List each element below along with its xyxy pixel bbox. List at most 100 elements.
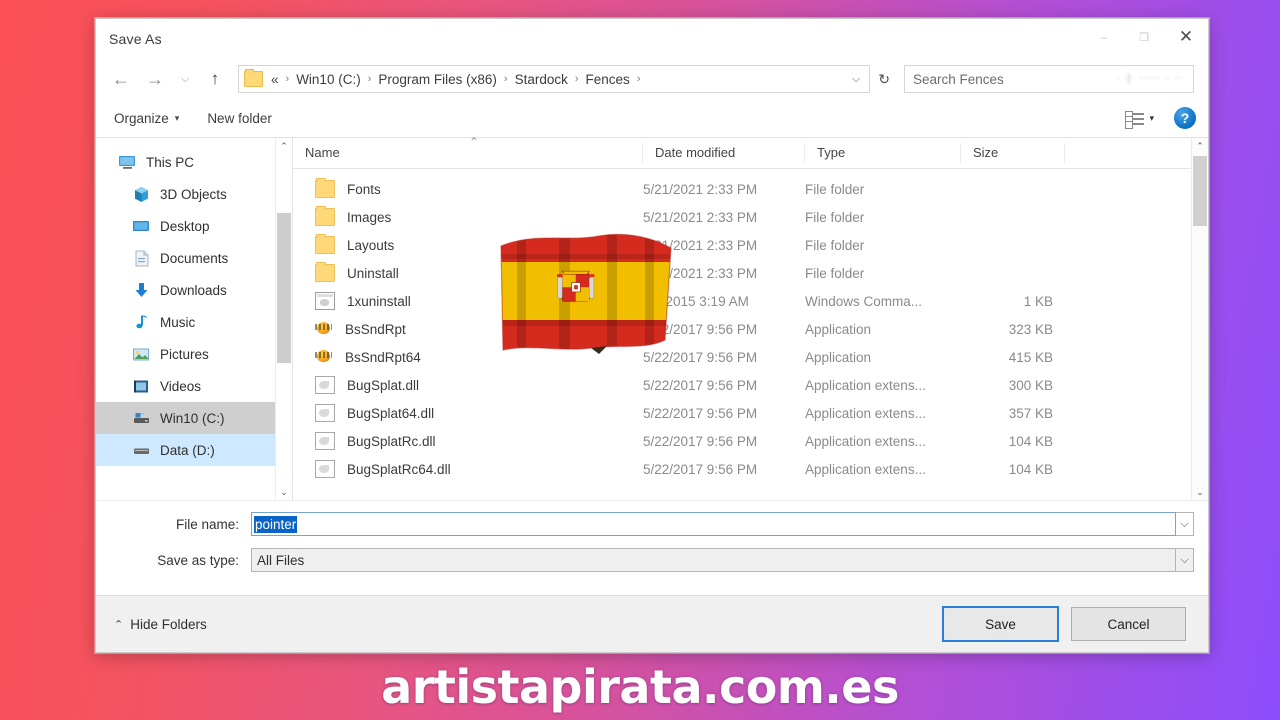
- up-icon[interactable]: ↑: [200, 64, 230, 94]
- breadcrumb-item-programfiles[interactable]: Program Files (x86): [376, 72, 499, 87]
- file-date-cell: 9/1/2015 3:19 AM: [643, 293, 749, 309]
- cancel-button[interactable]: Cancel: [1071, 607, 1186, 641]
- file-size-cell: 104 KB: [1008, 461, 1053, 477]
- scroll-down-icon[interactable]: ⌄: [1192, 484, 1208, 500]
- file-size-cell: 300 KB: [1008, 377, 1053, 393]
- desktop-icon: [132, 218, 151, 235]
- file-name-cell: Fonts: [293, 178, 643, 198]
- file-list-scrollbar[interactable]: ⌃ ⌄: [1191, 138, 1208, 500]
- file-name-text: BugSplatRc.dll: [347, 433, 436, 449]
- file-name-row: File name: pointer ⌵: [96, 509, 1208, 539]
- sidebar-item-win10-c[interactable]: Win10 (C:): [96, 402, 292, 434]
- drive-icon: [132, 442, 151, 459]
- breadcrumb-item-fences[interactable]: Fences: [584, 72, 632, 87]
- refresh-icon[interactable]: ↻: [874, 71, 894, 88]
- view-options-icon[interactable]: [1125, 110, 1145, 129]
- file-name-cell: BugSplatRc64.dll: [293, 460, 643, 478]
- folder-icon: [315, 234, 335, 254]
- file-date-cell: 5/21/2021 2:33 PM: [643, 237, 758, 253]
- scroll-up-icon[interactable]: ⌃: [276, 138, 292, 154]
- sidebar-item-videos[interactable]: Videos: [96, 370, 292, 402]
- maximize-icon[interactable]: ❐: [1124, 19, 1164, 55]
- column-header-size[interactable]: Size: [961, 143, 1065, 163]
- file-date-cell: 5/22/2017 9:56 PM: [643, 461, 758, 477]
- table-row[interactable]: Layouts 5/21/2021 2:33 PM File folder: [293, 231, 1208, 259]
- file-date-cell: 5/22/2017 9:56 PM: [643, 349, 758, 365]
- folder-icon: [315, 262, 335, 282]
- file-list-pane: Name Date modified Type Size ⌃ Fonts 5/21…: [292, 135, 1208, 500]
- sidebar-item-label: This PC: [146, 154, 195, 170]
- file-name-dropdown-icon[interactable]: ⌵: [1176, 512, 1194, 536]
- save-button[interactable]: Save: [942, 606, 1059, 642]
- file-name-value: pointer: [254, 515, 298, 533]
- sidebar-item-music[interactable]: Music: [96, 306, 292, 338]
- back-icon[interactable]: ←: [106, 64, 136, 94]
- table-row[interactable]: BsSndRpt 5/22/2017 9:56 PM Application 323 …: [293, 315, 1208, 343]
- navigation-pane: This PC 3D Objects Desktop Documents Dow…: [96, 138, 292, 500]
- breadcrumb-overflow[interactable]: «: [269, 72, 281, 87]
- column-header-date[interactable]: Date modified: [643, 143, 805, 163]
- app-icon: [315, 349, 333, 365]
- minimize-icon[interactable]: –: [1084, 19, 1124, 55]
- hide-folders-button[interactable]: ⌃ Hide Folders: [114, 617, 207, 632]
- title-bar: Save As – ❐ ✕: [96, 19, 1208, 59]
- file-rows: Fonts 5/21/2021 2:33 PM File folder Images 5…: [293, 169, 1208, 500]
- close-icon[interactable]: ✕: [1164, 19, 1208, 55]
- dialog-title: Save As: [109, 31, 162, 47]
- table-row[interactable]: 1xuninstall 9/1/2015 3:19 AM Windows Comma…: [293, 287, 1208, 315]
- scrollbar-thumb[interactable]: [277, 213, 291, 363]
- sidebar-item-desktop[interactable]: Desktop: [96, 210, 292, 242]
- chevron-right-icon: ›: [367, 73, 372, 85]
- breadcrumb-item-stardock[interactable]: Stardock: [513, 72, 570, 87]
- table-row[interactable]: Images 5/21/2021 2:33 PM File folder: [293, 203, 1208, 231]
- table-row[interactable]: BugSplatRc.dll 5/22/2017 9:56 PM Applicati…: [293, 427, 1208, 455]
- save-as-type-label: Save as type:: [157, 552, 239, 568]
- column-header-name[interactable]: Name: [293, 143, 643, 163]
- sidebar-item-3d-objects[interactable]: 3D Objects: [96, 178, 292, 210]
- address-bar[interactable]: « › Win10 (C:) › Program Files (x86) › S…: [238, 65, 871, 93]
- file-type-cell: File folder: [805, 265, 865, 281]
- nav-pane-scrollbar[interactable]: ⌃ ⌄: [275, 138, 292, 500]
- help-icon[interactable]: ?: [1174, 107, 1196, 129]
- sidebar-item-pictures[interactable]: Pictures: [96, 338, 292, 370]
- save-as-type-select[interactable]: All Files: [251, 548, 1176, 572]
- sidebar-item-documents[interactable]: Documents: [96, 242, 292, 274]
- hide-folders-label: Hide Folders: [130, 616, 207, 632]
- sidebar-item-label: Pictures: [160, 346, 209, 362]
- sidebar-item-this-pc[interactable]: This PC: [96, 146, 292, 178]
- save-as-type-dropdown-icon[interactable]: ⌵: [1176, 548, 1194, 572]
- file-size-cell: 104 KB: [1008, 433, 1053, 449]
- scrollbar-thumb[interactable]: [1193, 156, 1207, 226]
- table-row[interactable]: Uninstall 5/21/2021 2:33 PM File folder: [293, 259, 1208, 287]
- table-row[interactable]: BugSplat.dll 5/22/2017 9:56 PM Application…: [293, 371, 1208, 399]
- table-row[interactable]: BugSplatRc64.dll 5/22/2017 9:56 PM Applica…: [293, 455, 1208, 483]
- breadcrumb-item-drive[interactable]: Win10 (C:): [294, 72, 363, 87]
- organize-label: Organize: [114, 110, 169, 126]
- search-placeholder: Search Fences: [913, 71, 1004, 87]
- table-row[interactable]: Fonts 5/21/2021 2:33 PM File folder: [293, 175, 1208, 203]
- dll-icon: [315, 460, 335, 478]
- sidebar-item-downloads[interactable]: Downloads: [96, 274, 292, 306]
- address-bar-row: ← → ⌵ ↑ « › Win10 (C:) › Program Files (…: [96, 59, 1208, 99]
- file-name-text: BsSndRpt64: [345, 349, 421, 365]
- table-row[interactable]: BugSplat64.dll 5/22/2017 9:56 PM Applicati…: [293, 399, 1208, 427]
- new-folder-button[interactable]: New folder: [207, 111, 272, 126]
- scroll-down-icon[interactable]: ⌄: [276, 484, 292, 500]
- file-name-cell: BugSplat.dll: [293, 376, 643, 394]
- file-name-text: Fonts: [347, 181, 381, 197]
- window-controls: – ❐ ✕: [1084, 19, 1208, 55]
- organize-button[interactable]: Organize ▾: [114, 111, 179, 126]
- chevron-down-icon[interactable]: ⌵: [845, 73, 867, 86]
- column-header-type[interactable]: Type: [805, 143, 961, 163]
- file-date-cell: 5/22/2017 9:56 PM: [643, 433, 758, 449]
- file-type-cell: Application: [805, 321, 872, 337]
- file-name-input[interactable]: pointer: [251, 512, 1176, 536]
- recent-locations-icon[interactable]: ⌵: [174, 64, 196, 94]
- sidebar-item-data-d[interactable]: Data (D:): [96, 434, 292, 466]
- view-dropdown-icon[interactable]: ▾: [1149, 113, 1154, 124]
- table-row[interactable]: BsSndRpt64 5/22/2017 9:56 PM Application 41…: [293, 343, 1208, 371]
- forward-icon[interactable]: →: [140, 64, 170, 94]
- save-form: File name: pointer ⌵ Save as type: All F…: [96, 500, 1208, 595]
- search-input[interactable]: Search Fences · ·|· ····· ·· ··: [904, 65, 1194, 93]
- scroll-up-icon[interactable]: ⌃: [1192, 138, 1208, 154]
